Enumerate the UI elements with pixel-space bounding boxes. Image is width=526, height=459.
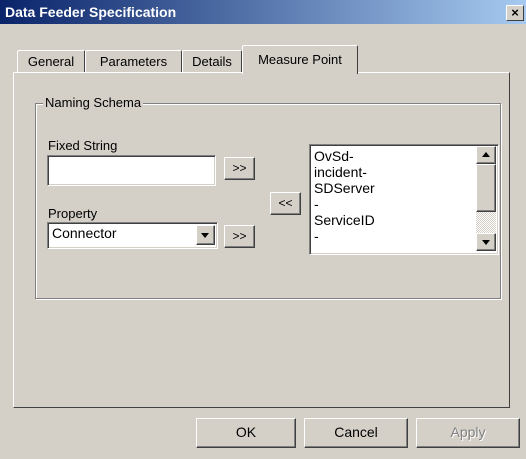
- property-select[interactable]: Connector: [47, 222, 218, 249]
- tab-parameters[interactable]: Parameters: [85, 50, 182, 73]
- add-property-button[interactable]: >>: [224, 225, 255, 248]
- close-button[interactable]: ×: [506, 5, 524, 21]
- chevron-down-icon: [482, 240, 490, 245]
- scroll-track[interactable]: [476, 212, 496, 233]
- property-selected-value: Connector: [52, 225, 117, 241]
- window-title: Data Feeder Specification: [5, 4, 177, 20]
- apply-button[interactable]: Apply: [416, 418, 520, 448]
- tab-parameters-label: Parameters: [99, 54, 168, 69]
- tab-measure-point-label: Measure Point: [258, 52, 342, 67]
- list-item[interactable]: incident-: [314, 164, 375, 180]
- cancel-button[interactable]: Cancel: [304, 418, 408, 448]
- property-dropdown-button[interactable]: [196, 225, 215, 245]
- close-icon: ×: [511, 5, 519, 20]
- tab-general[interactable]: General: [17, 50, 85, 73]
- fixed-string-input[interactable]: [47, 155, 216, 186]
- tab-details-label: Details: [192, 54, 232, 69]
- schema-list-scrollbar[interactable]: [476, 146, 496, 251]
- scroll-down-button[interactable]: [476, 233, 496, 251]
- add-fixed-string-button[interactable]: >>: [224, 157, 255, 180]
- tab-measure-point[interactable]: Measure Point: [242, 45, 358, 74]
- chevron-up-icon: [482, 152, 490, 157]
- chevron-down-icon: [201, 233, 209, 238]
- remove-item-button[interactable]: <<: [270, 192, 301, 215]
- scroll-thumb[interactable]: [476, 164, 496, 212]
- naming-schema-label: Naming Schema: [43, 95, 144, 110]
- tab-details[interactable]: Details: [182, 50, 242, 73]
- list-item[interactable]: -: [314, 196, 375, 212]
- list-item[interactable]: ServiceID: [314, 212, 375, 228]
- scroll-up-button[interactable]: [476, 146, 496, 164]
- list-item[interactable]: -: [314, 228, 375, 244]
- tab-general-label: General: [27, 54, 75, 69]
- schema-list-items: OvSd- incident- SDServer - ServiceID -: [314, 148, 375, 244]
- schema-list[interactable]: OvSd- incident- SDServer - ServiceID -: [309, 144, 499, 255]
- ok-button[interactable]: OK: [196, 418, 296, 448]
- property-label: Property: [48, 206, 98, 221]
- list-item[interactable]: OvSd-: [314, 148, 375, 164]
- list-item[interactable]: SDServer: [314, 180, 375, 196]
- fixed-string-label: Fixed String: [48, 138, 118, 153]
